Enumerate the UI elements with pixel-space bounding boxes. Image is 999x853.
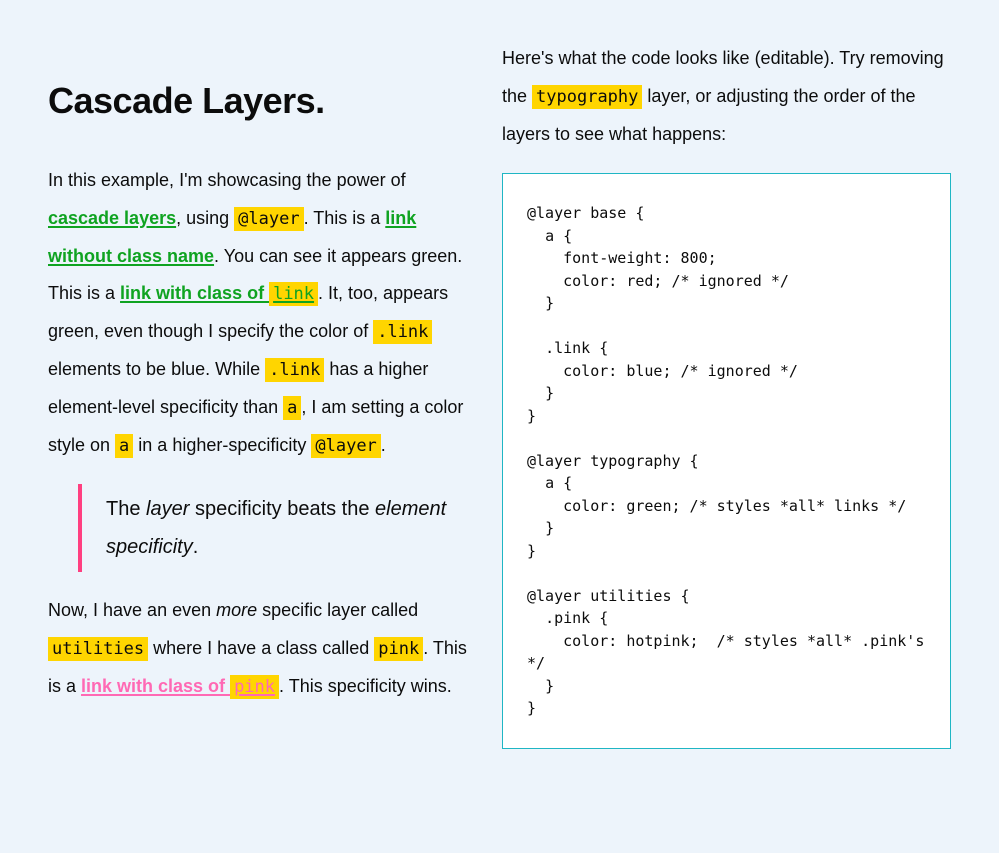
emphasis-more: more <box>216 600 257 620</box>
blockquote: The layer specificity beats the element … <box>78 484 478 572</box>
text: . <box>381 435 386 455</box>
code-typography: typography <box>532 85 642 109</box>
intro-paragraph: In this example, I'm showcasing the powe… <box>48 162 478 464</box>
code-intro-paragraph: Here's what the code looks like (editabl… <box>502 40 951 153</box>
link-with-class-pink[interactable]: link with class of pink <box>81 676 279 696</box>
link-with-class-link[interactable]: link with class of link <box>120 283 318 303</box>
text: where I have a class called <box>148 638 374 658</box>
text: link with class of <box>120 283 269 303</box>
code-dot-link: .link <box>265 358 324 382</box>
text: link with class of <box>81 676 230 696</box>
code-at-layer: @layer <box>311 434 380 458</box>
code-pink-in-link: pink <box>230 675 279 699</box>
code-utilities: utilities <box>48 637 148 661</box>
code-a: a <box>115 434 133 458</box>
utilities-paragraph: Now, I have an even more specific layer … <box>48 592 478 705</box>
code-pink: pink <box>374 637 423 661</box>
text: The <box>106 498 146 520</box>
code-dot-link: .link <box>373 320 432 344</box>
text: Now, I have an even <box>48 600 216 620</box>
page-heading: Cascade Layers. <box>48 80 478 122</box>
text: . This is a <box>304 208 386 228</box>
editable-code-block[interactable]: @layer base { a { font-weight: 800; colo… <box>502 173 951 749</box>
right-column: Here's what the code looks like (editabl… <box>502 40 951 749</box>
emphasis-layer: layer <box>146 498 189 520</box>
text: specificity beats the <box>189 498 375 520</box>
text: in a higher-specificity <box>133 435 311 455</box>
left-column: Cascade Layers. In this example, I'm sho… <box>48 40 478 749</box>
code-a: a <box>283 396 301 420</box>
text: In this example, I'm showcasing the powe… <box>48 170 406 190</box>
text: . <box>193 536 199 558</box>
text: elements to be blue. While <box>48 359 265 379</box>
text: , using <box>176 208 234 228</box>
text: specific layer called <box>257 600 418 620</box>
link-cascade-layers[interactable]: cascade layers <box>48 208 176 228</box>
code-at-layer: @layer <box>234 207 303 231</box>
text: . This specificity wins. <box>279 676 452 696</box>
code-link-in-link: link <box>269 282 318 306</box>
